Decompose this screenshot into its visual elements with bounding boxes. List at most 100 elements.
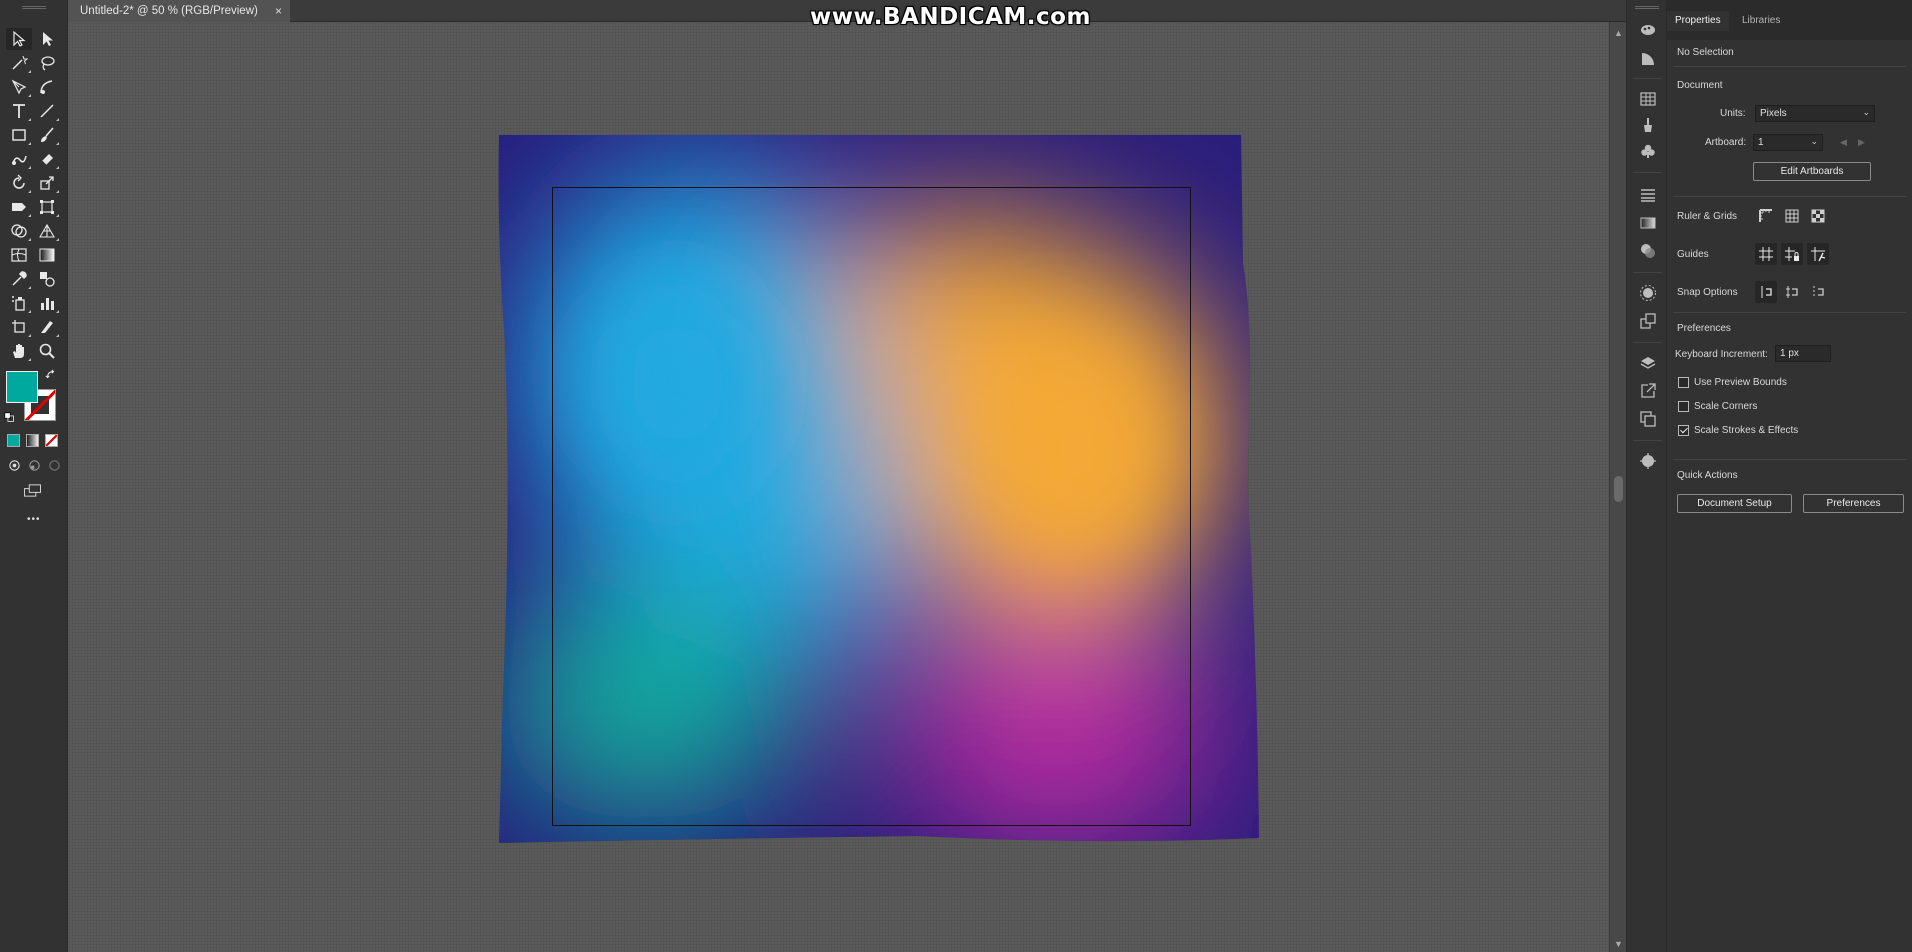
scale-icon (40, 176, 54, 190)
color-panel-icon[interactable] (1637, 18, 1659, 40)
gradient-mesh-artwork[interactable] (497, 133, 1323, 903)
draw-inside-icon[interactable] (44, 456, 64, 474)
dock-separator (1633, 440, 1662, 441)
color-guide-icon[interactable] (1637, 48, 1659, 70)
snap-to-pixel-icon[interactable] (1807, 281, 1829, 303)
free-transform-tool[interactable] (34, 196, 60, 218)
properties-panel: Properties Libraries No Selection Docume… (1667, 0, 1912, 952)
swap-fill-stroke-icon[interactable] (44, 368, 58, 382)
color-mode-icon[interactable] (7, 434, 20, 447)
section-divider (1673, 459, 1906, 460)
snap-to-point-icon[interactable] (1755, 281, 1777, 303)
graphic-styles-icon[interactable] (1637, 310, 1659, 332)
stroke-panel-icon[interactable] (1637, 184, 1659, 206)
chevron-down-icon: ⌄ (1810, 136, 1818, 146)
direct-selection-tool[interactable] (34, 28, 60, 50)
gradient-panel-icon[interactable] (1637, 212, 1659, 234)
navigator-icon[interactable] (1637, 450, 1659, 472)
swatches-icon[interactable] (1637, 88, 1659, 110)
tab-properties[interactable]: Properties (1667, 11, 1729, 31)
units-dropdown[interactable]: Pixels ⌄ (1755, 105, 1875, 122)
use-preview-bounds-checkbox[interactable] (1678, 377, 1689, 388)
brushes-icon[interactable] (1637, 114, 1659, 136)
screen-mode-icon[interactable] (20, 480, 46, 500)
line-segment-tool[interactable] (34, 100, 60, 122)
width-icon (12, 203, 26, 211)
none-mode-icon[interactable] (45, 434, 58, 447)
transparency-grid-icon[interactable] (1807, 205, 1829, 227)
curvature-tool[interactable] (34, 76, 60, 98)
selection-tool[interactable] (6, 28, 32, 50)
gradient-tool[interactable] (34, 244, 60, 266)
previous-artboard-icon[interactable]: ◀ (1840, 137, 1847, 148)
artboard-select[interactable]: 1 ⌄ (1753, 134, 1823, 151)
scroll-up-icon[interactable]: ▲ (1614, 28, 1623, 38)
lasso-tool[interactable] (34, 52, 60, 74)
scale-tool[interactable] (34, 172, 60, 194)
artboards-panel-icon[interactable] (1637, 408, 1659, 430)
mesh-tool[interactable] (6, 244, 32, 266)
units-value: Pixels (1760, 108, 1787, 119)
vertical-scrollbar[interactable]: ▲ ▼ (1609, 22, 1626, 952)
lock-guides-icon[interactable] (1781, 243, 1803, 265)
width-tool[interactable] (6, 196, 32, 218)
blend-icon (40, 272, 55, 287)
export-asset-icon[interactable] (1637, 380, 1659, 402)
artboard-tool[interactable] (6, 316, 32, 338)
zoom-tool[interactable] (34, 340, 60, 362)
gradient-mode-icon[interactable] (26, 434, 39, 447)
shape-builder-tool[interactable] (6, 220, 32, 242)
draw-normal-icon[interactable] (4, 456, 24, 474)
grid-icon[interactable] (1781, 205, 1803, 227)
scroll-down-icon[interactable]: ▼ (1614, 939, 1623, 949)
rulers-icon[interactable] (1755, 205, 1777, 227)
edit-toolbar-more[interactable]: ••• (27, 514, 41, 525)
column-graph-icon (41, 298, 54, 310)
symbol-sprayer-tool[interactable] (6, 292, 32, 314)
perspective-grid-tool[interactable] (34, 220, 60, 242)
draw-behind-icon[interactable] (24, 456, 44, 474)
scroll-thumb[interactable] (1614, 476, 1623, 502)
eraser-icon (41, 154, 53, 166)
column-graph-tool[interactable] (34, 292, 60, 314)
blend-tool[interactable] (34, 268, 60, 290)
scale-strokes-effects-checkbox[interactable] (1678, 425, 1689, 436)
canvas-area[interactable] (68, 22, 1609, 952)
type-tool[interactable] (6, 100, 32, 122)
snap-to-grid-icon[interactable] (1781, 281, 1803, 303)
rotate-tool[interactable] (6, 172, 32, 194)
close-tab-icon[interactable]: × (275, 4, 282, 18)
paintbrush-icon (41, 127, 54, 142)
default-fill-stroke-icon[interactable] (2, 410, 16, 424)
rectangle-tool[interactable] (6, 124, 32, 146)
artwork-fill (498, 135, 1260, 843)
layers-icon[interactable] (1637, 352, 1659, 374)
dock-grip[interactable] (1635, 6, 1659, 9)
document-tab[interactable]: Untitled-2* @ 50 % (RGB/Preview) × (68, 0, 290, 22)
paintbrush-tool[interactable] (34, 124, 60, 146)
slice-knife-icon (41, 321, 53, 333)
eyedropper-tool[interactable] (6, 268, 32, 290)
edit-artboards-button[interactable]: Edit Artboards (1753, 162, 1871, 181)
appearance-icon[interactable] (1637, 282, 1659, 304)
shaper-tool[interactable] (6, 148, 32, 170)
keyboard-increment-input[interactable]: 1 px (1775, 345, 1831, 362)
magic-wand-tool[interactable] (6, 52, 32, 74)
slice-tool[interactable] (34, 316, 60, 338)
section-divider (1673, 312, 1906, 313)
panel-grip[interactable] (22, 6, 46, 9)
symbols-club-icon[interactable] (1637, 140, 1659, 162)
hand-tool[interactable] (6, 340, 32, 362)
preferences-button[interactable]: Preferences (1803, 494, 1904, 513)
tab-libraries[interactable]: Libraries (1734, 11, 1788, 31)
next-artboard-icon[interactable]: ▶ (1858, 137, 1865, 148)
transparency-icon[interactable] (1637, 240, 1659, 262)
fill-color-swatch[interactable] (6, 371, 38, 403)
pen-tool[interactable] (6, 76, 32, 98)
smart-guides-icon[interactable] (1807, 243, 1829, 265)
scale-corners-checkbox[interactable] (1678, 401, 1689, 412)
illustrator-window: ••• Untitled-2* @ 50 % (RGB/Preview) × w… (0, 0, 1912, 952)
show-guides-icon[interactable] (1755, 243, 1777, 265)
document-setup-button[interactable]: Document Setup (1677, 494, 1792, 513)
eraser-tool[interactable] (34, 148, 60, 170)
